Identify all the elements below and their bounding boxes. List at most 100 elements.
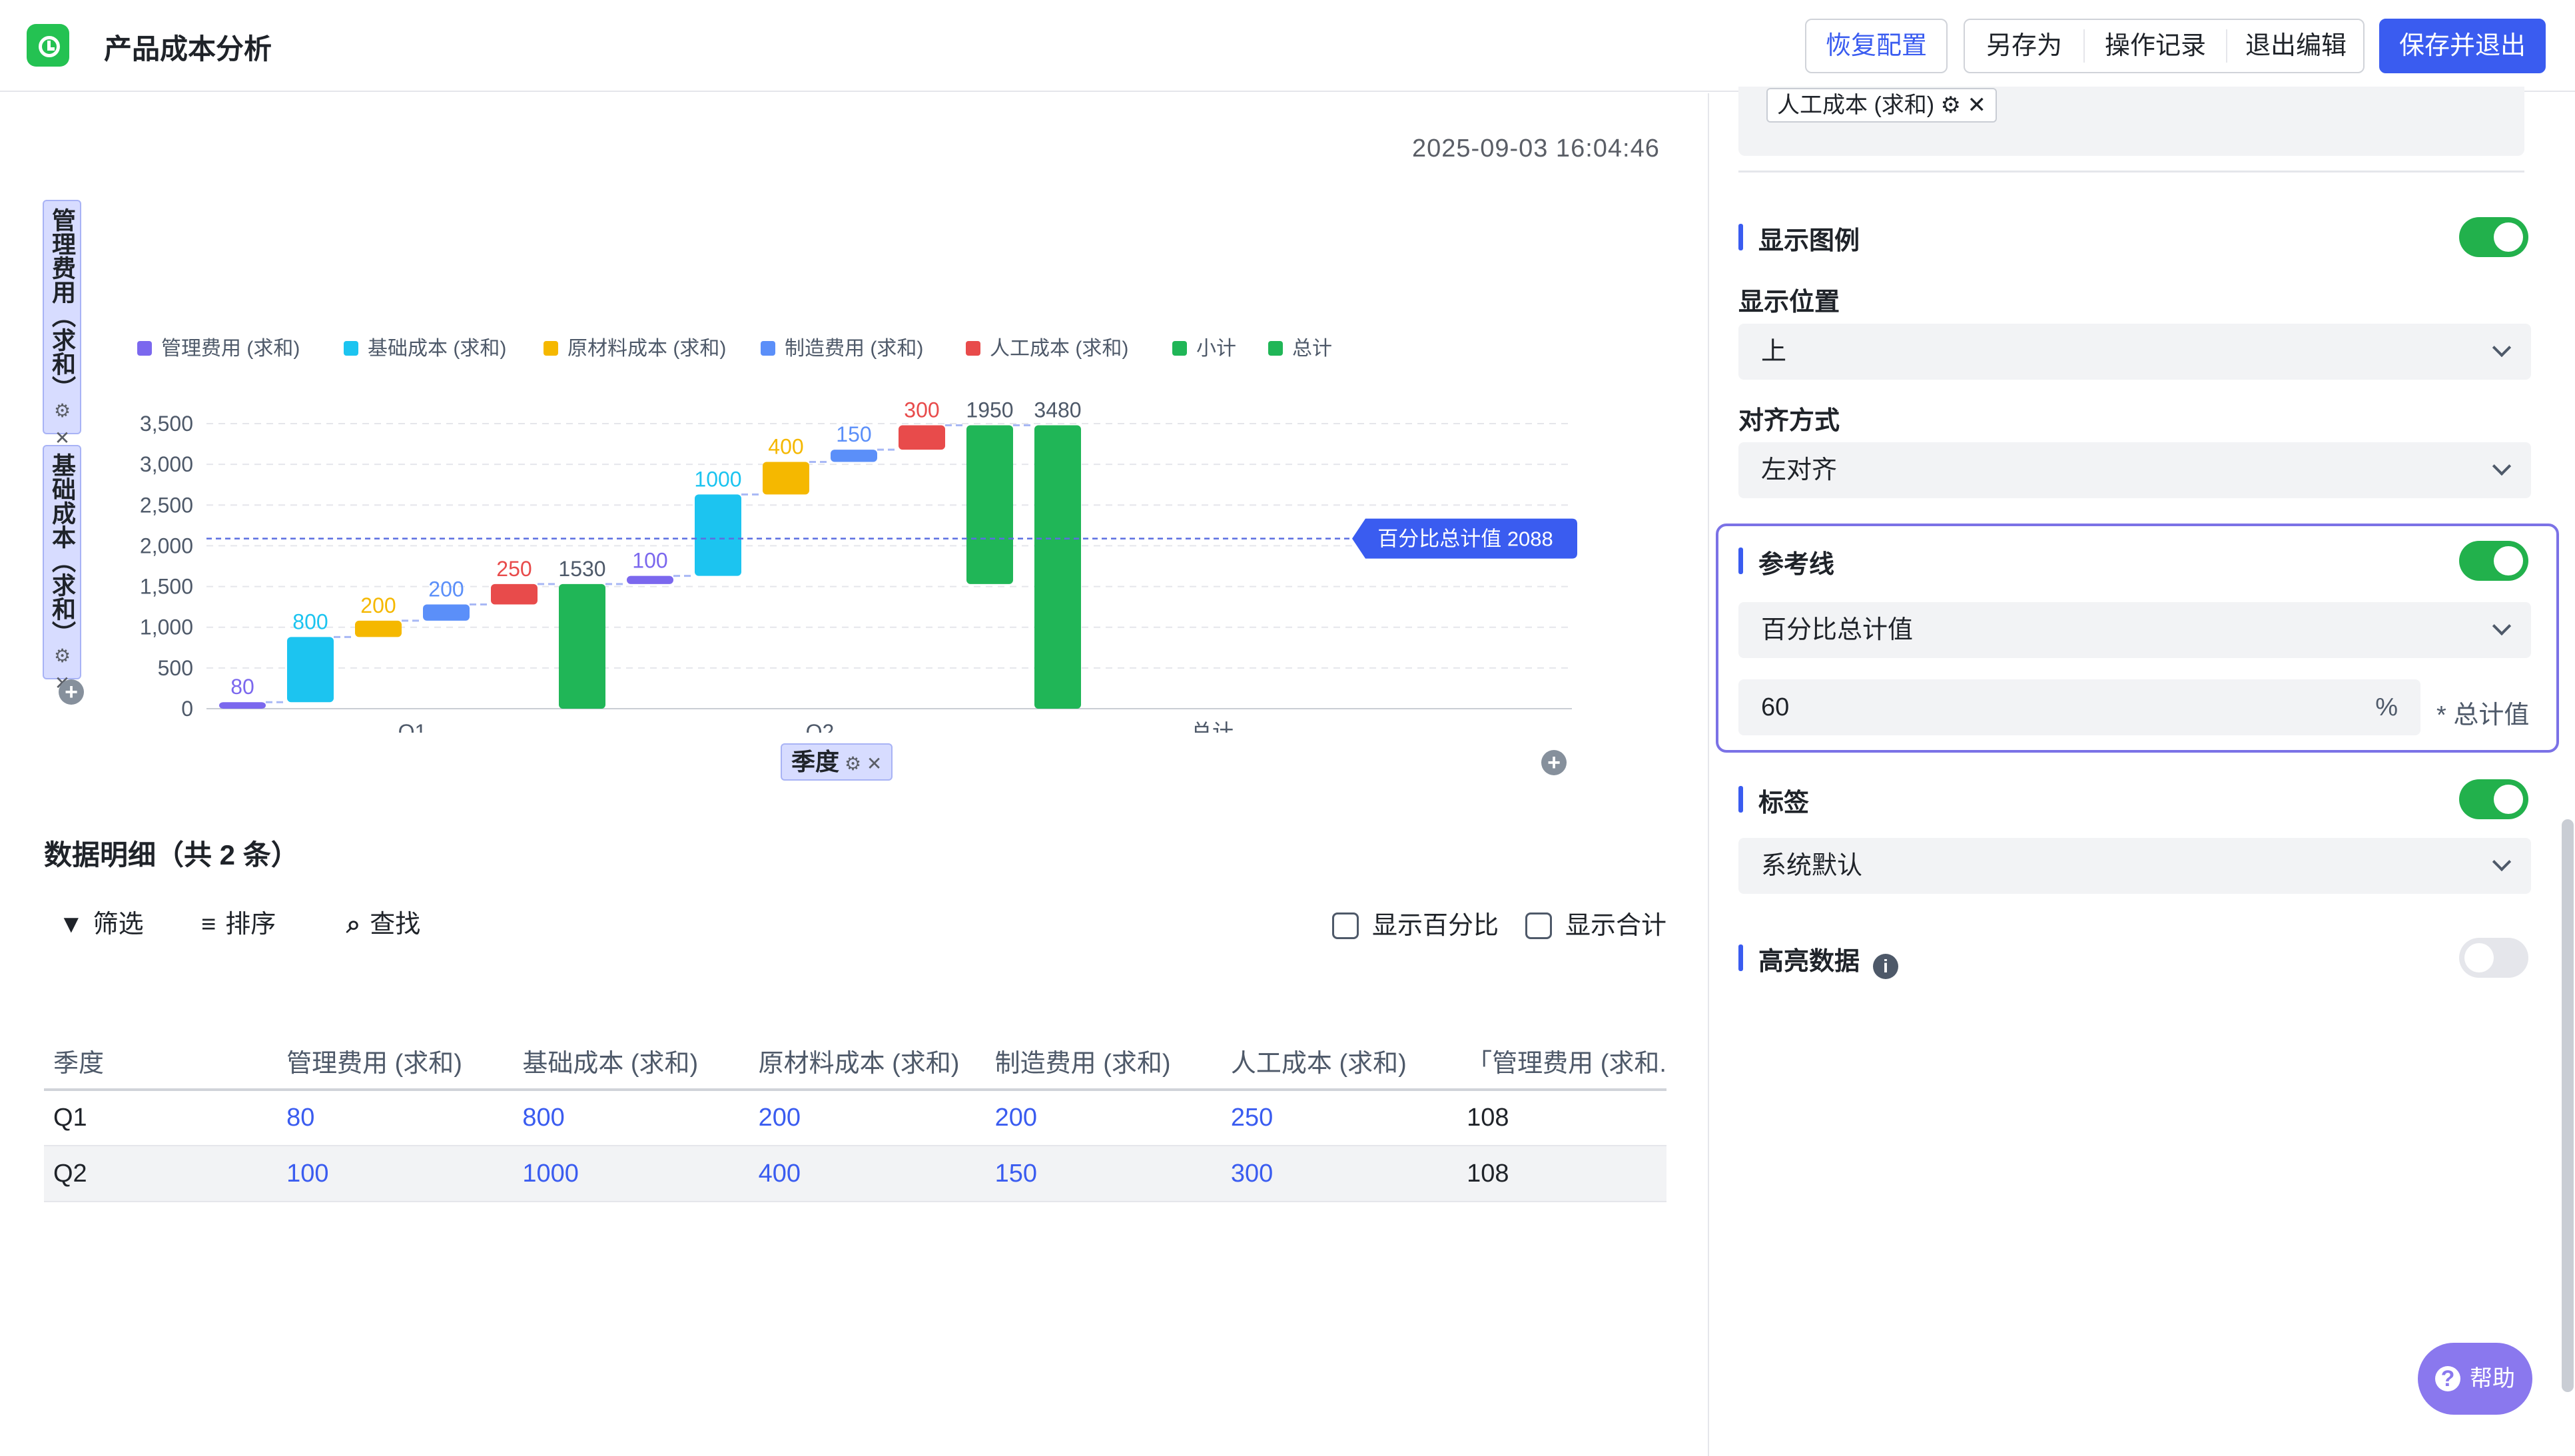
legend-position-label: 显示位置 [1738, 288, 1840, 316]
legend-label: 基础成本 (求和) [368, 338, 506, 360]
column-header[interactable]: 制造费用 (求和) [985, 1032, 1222, 1091]
find-button[interactable]: ⌕ 查找 [346, 903, 420, 940]
reference-line-type-select[interactable]: 百分比总计值 [1738, 602, 2531, 658]
table-header-row: 季度 管理费用 (求和) 基础成本 (求和) 原材料成本 (求和) 制造费用 (… [44, 1032, 1666, 1091]
y-field-actions-icon[interactable]: ⚙ ✕ [50, 400, 74, 449]
table-cell: 100 [277, 1146, 514, 1202]
help-button[interactable]: ? 帮助 [2418, 1343, 2532, 1415]
reference-percent-input[interactable]: 60% [1738, 679, 2420, 735]
select-value: 左对齐 [1761, 456, 1838, 484]
show-legend-toggle[interactable] [2459, 217, 2528, 257]
history-button[interactable]: 操作记录 [2085, 20, 2226, 72]
highlight-data-toggle[interactable] [2459, 938, 2528, 978]
table-cell: 150 [985, 1146, 1222, 1202]
data-label: 250 [496, 557, 532, 581]
label-toggle[interactable] [2459, 779, 2528, 819]
table-cell: 250 [1221, 1090, 1458, 1146]
legend-swatch [966, 341, 980, 356]
save-and-exit-button[interactable]: 保存并退出 [2379, 19, 2546, 73]
legend-label: 人工成本 (求和) [990, 338, 1128, 360]
highlight-data-label: 高亮数据 [1758, 948, 1860, 976]
y-field-pill-admin-cost[interactable]: 管理费用（求和） ⚙ ✕ [43, 200, 81, 449]
show-total-checkbox[interactable]: 显示合计 [1525, 905, 1666, 941]
waterfall-chart: 管理费用 (求和) 基础成本 (求和) 原材料成本 (求和) 制造费用 (求和) 人工成… [137, 338, 1577, 733]
y-tick-label: 1,500 [140, 575, 193, 599]
column-header[interactable]: 基础成本 (求和) [513, 1032, 749, 1091]
legend-swatch [1268, 341, 1283, 356]
table-row[interactable]: Q2 100 1000 400 150 300 108 [44, 1146, 1666, 1202]
info-icon[interactable]: i [1873, 954, 1899, 979]
bar-400 [763, 462, 809, 495]
y-tick-label: 2,000 [140, 534, 193, 557]
chevron-down-icon [2492, 338, 2512, 358]
show-percent-checkbox[interactable]: 显示百分比 [1332, 905, 1499, 941]
restore-config-button[interactable]: 恢复配置 [1805, 19, 1948, 73]
settings-panel: 人工成本 (求和) ⚙ ✕ 显示图例 显示位置 上 对齐方式 左对齐 参考线 百… [1710, 87, 2575, 1456]
find-label: 查找 [370, 910, 421, 938]
data-label: 400 [768, 434, 803, 458]
y-field-pill-base-cost[interactable]: 基础成本（求和） ⚙ ✕ [43, 445, 81, 694]
reference-line-toggle[interactable] [2459, 541, 2528, 581]
scrollbar[interactable] [2562, 819, 2574, 1392]
y-tick-label: 0 [181, 697, 193, 721]
save-as-button[interactable]: 另存为 [1965, 20, 2083, 72]
align-select[interactable]: 左对齐 [1738, 442, 2531, 498]
data-label: 200 [428, 577, 464, 601]
label-title: 标签 [1738, 782, 1809, 819]
legend-label: 管理费用 (求和) [161, 338, 300, 360]
legend-swatch [344, 341, 358, 356]
add-y-field-icon[interactable]: + [59, 679, 84, 705]
legend-swatch [544, 341, 558, 356]
data-label: 100 [632, 549, 667, 573]
top-bar: 产品成本分析 恢复配置 另存为 操作记录 退出编辑 保存并退出 [0, 0, 2575, 92]
column-header[interactable]: 原材料成本 (求和) [749, 1032, 986, 1091]
table-cell: 80 [277, 1090, 514, 1146]
column-header[interactable]: 管理费用 (求和) [277, 1032, 514, 1091]
align-label: 对齐方式 [1738, 407, 1840, 435]
add-x-field-icon[interactable]: + [1541, 750, 1567, 775]
sort-button[interactable]: ≡ 排序 [201, 903, 276, 940]
bar-300 [899, 425, 945, 450]
label-style-select[interactable]: 系统默认 [1738, 838, 2531, 894]
data-label: 80 [230, 675, 254, 699]
column-header[interactable]: 人工成本 (求和) [1221, 1032, 1458, 1091]
table-cell: 400 [749, 1146, 986, 1202]
bar-100 [627, 575, 673, 584]
labor-cost-field-pill[interactable]: 人工成本 (求和) ⚙ ✕ [1766, 88, 1997, 123]
highlight-data-title: 高亮数据 i [1738, 940, 1899, 979]
data-label: 300 [904, 398, 939, 422]
data-label: 1950 [966, 398, 1013, 422]
select-value: 上 [1761, 338, 1787, 366]
table-cell: 800 [513, 1090, 749, 1146]
legend-position-select[interactable]: 上 [1738, 324, 2531, 380]
legend-label: 制造费用 (求和) [785, 338, 923, 360]
input-value: 60 [1761, 693, 1790, 721]
reference-line: 百分比总计值 2088 [206, 518, 1577, 559]
exit-edit-button[interactable]: 退出编辑 [2227, 20, 2365, 72]
table-cell: 108 [1457, 1090, 1666, 1146]
x-field-pill-season[interactable]: 季度 ⚙ ✕ [781, 743, 893, 781]
timestamp: 2025-09-03 16:04:46 [1412, 135, 1660, 163]
table-row[interactable]: Q1 80 800 200 200 250 108 [44, 1090, 1666, 1146]
bar-200 [355, 620, 402, 637]
filter-button[interactable]: ▼ 筛选 [59, 903, 144, 940]
checkbox-box[interactable] [1332, 912, 1359, 939]
data-label: 1530 [558, 557, 605, 581]
legend-label: 总计 [1292, 338, 1332, 360]
y-tick-label: 1,000 [140, 615, 193, 639]
bar-3480 [1034, 425, 1081, 709]
legend-swatch [1172, 341, 1187, 356]
data-label: 1000 [694, 467, 741, 491]
bar-1950 [966, 425, 1013, 584]
checkbox-box[interactable] [1525, 912, 1552, 939]
column-header[interactable]: 季度 [44, 1032, 278, 1091]
divider [1738, 171, 2524, 173]
chevron-down-icon [2492, 852, 2512, 872]
page-title: 产品成本分析 [104, 33, 272, 65]
reference-line-title: 参考线 [1738, 544, 1834, 580]
help-icon: ? [2435, 1366, 2460, 1391]
bar-80 [219, 702, 266, 709]
x-field-actions-icon[interactable]: ⚙ ✕ [845, 753, 882, 774]
column-header[interactable]: 「管理费用 (求和. [1457, 1032, 1666, 1091]
legend-swatch [137, 341, 152, 356]
